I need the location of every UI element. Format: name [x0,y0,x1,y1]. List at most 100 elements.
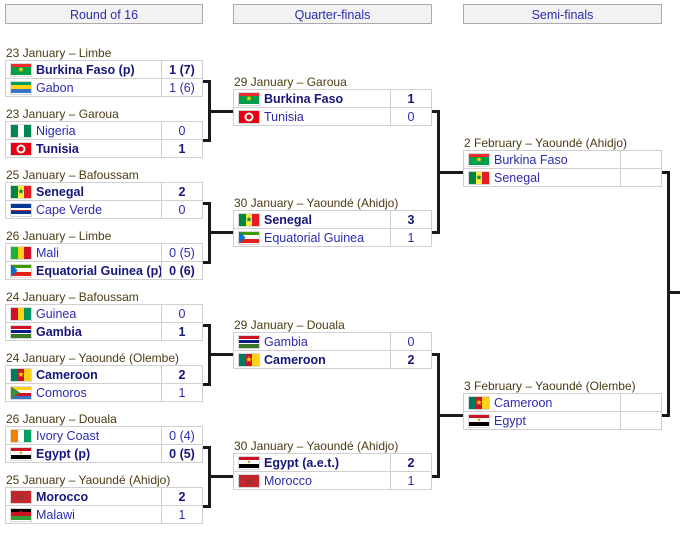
score-cell: 0 (4) [169,428,195,443]
table-row[interactable]: ✦ Egypt (p) 0 (5) [6,445,202,463]
match-date: 3 February – Yaoundé (Olembe) [464,379,636,393]
team-name[interactable]: Morocco [260,473,312,489]
score-cell: 2 [178,184,186,199]
table-row[interactable]: Ivory Coast 0 (4) [6,427,202,445]
team-cell: ✦ Egypt [464,412,621,429]
tournament-bracket: Round of 16 Quarter-finals Semi-finals 2… [0,0,680,536]
table-row[interactable]: ★ Cameroon 2 [6,366,202,384]
team-name[interactable]: Comoros [32,385,87,401]
team-cell: Tunisia [234,108,391,125]
team-name[interactable]: Senegal [490,170,540,186]
table-row[interactable]: ☆ Morocco 2 [6,488,202,506]
table-row[interactable]: ✦ Egypt [464,412,661,430]
team-name[interactable]: Ivory Coast [32,428,99,444]
table-row[interactable]: Tunisia 0 [234,108,431,126]
table-row[interactable]: Guinea 0 [6,305,202,323]
match-date: 25 January – Bafoussam [6,168,139,182]
team-name[interactable]: Equatorial Guinea [260,230,364,246]
senegal-flag-icon: ★ [238,212,260,227]
table-row[interactable]: Tunisia 1 [6,140,202,158]
table-row[interactable]: ★ Senegal 3 [234,211,431,229]
table-row[interactable]: Mali 0 (5) [6,244,202,262]
team-name[interactable]: Equatorial Guinea (p) [32,263,161,279]
cameroon-flag-icon: ★ [10,367,32,382]
table-row[interactable]: ★ Cameroon [464,394,661,412]
table-row[interactable]: ★ Burkina Faso 1 [234,90,431,108]
match-date: 30 January – Yaoundé (Ahidjo) [234,196,399,210]
score-cell: 1 [407,230,415,245]
team-name[interactable]: Senegal [260,212,312,228]
team-cell: ★ Senegal [6,183,162,200]
match-qf-3: 29 January – Douala Gambia 0 ★ Cameroon … [233,318,432,369]
match-box: ★ Cameroon ✦ Egypt [463,393,662,430]
table-row[interactable]: Nigeria 0 [6,122,202,140]
match-qf-1: 29 January – Garoua ★ Burkina Faso 1 Tun… [233,75,432,126]
team-name[interactable]: Cape Verde [32,202,102,218]
team-name[interactable]: Cameroon [490,395,552,411]
team-cell: Guinea [6,305,162,322]
team-name[interactable]: Senegal [32,184,84,200]
match-date: 30 January – Yaoundé (Ahidjo) [234,439,399,453]
team-name[interactable]: Gabon [32,80,74,96]
mali-flag-icon [10,245,32,260]
team-name[interactable]: Burkina Faso (p) [32,62,135,78]
table-row[interactable]: Equatorial Guinea (p) 0 (6) [6,262,202,280]
table-row[interactable]: Comoros 1 [6,384,202,402]
team-name[interactable]: Nigeria [32,123,76,139]
match-box: ★ Burkina Faso ★ Senegal [463,150,662,187]
table-row[interactable]: ☀ Malawi 1 [6,506,202,524]
team-name[interactable]: Malawi [32,507,75,523]
comoros-flag-icon [10,385,32,400]
team-name[interactable]: Gambia [260,334,308,350]
table-row[interactable]: Gabon 1 (6) [6,79,202,97]
egypt-flag-icon: ✦ [10,446,32,461]
table-row[interactable]: ★ Senegal [464,169,661,187]
connector-sf-2 [662,414,670,417]
connector-to-sf-1 [437,171,463,174]
table-row[interactable]: ★ Burkina Faso [464,151,661,169]
match-qf-4: 30 January – Yaoundé (Ahidjo) ✦ Egypt (a… [233,439,432,490]
score-cell: 1 (7) [169,62,195,77]
team-cell: Mali [6,244,162,261]
score-cell: 0 [178,306,186,321]
team-name[interactable]: Cameroon [32,367,98,383]
table-row[interactable]: Equatorial Guinea 1 [234,229,431,247]
team-name[interactable]: Morocco [32,489,88,505]
team-name[interactable]: Guinea [32,306,76,322]
match-date: 26 January – Limbe [6,229,112,243]
match-r16-5: 24 January – Bafoussam Guinea 0 Gambia 1 [5,290,203,341]
match-box: Nigeria 0 Tunisia 1 [5,121,203,158]
table-row[interactable]: Gambia 1 [6,323,202,341]
team-name[interactable]: Mali [32,245,59,261]
table-row[interactable]: ★ Cameroon 2 [234,351,431,369]
equatorial-guinea-flag-icon [10,263,32,278]
team-name[interactable]: Egypt (a.e.t.) [260,455,339,471]
table-row[interactable]: Cape Verde 0 [6,201,202,219]
table-row[interactable]: ★ Burkina Faso (p) 1 (7) [6,61,202,79]
gabon-flag-icon [10,80,32,95]
tunisia-flag-icon [10,141,32,156]
team-name[interactable]: Burkina Faso [260,91,343,107]
burkina-faso-flag-icon: ★ [10,62,32,77]
connector-sf-pair [667,171,670,417]
match-box: Gambia 0 ★ Cameroon 2 [233,332,432,369]
team-name[interactable]: Cameroon [260,352,326,368]
table-row[interactable]: Gambia 0 [234,333,431,351]
team-name[interactable]: Tunisia [260,109,304,125]
team-name[interactable]: Gambia [32,324,82,340]
team-cell: Gambia [234,333,391,350]
table-row[interactable]: ★ Senegal 2 [6,183,202,201]
team-name[interactable]: Egypt (p) [32,446,90,462]
table-row[interactable]: ☆ Morocco 1 [234,472,431,490]
team-name[interactable]: Egypt [490,413,526,429]
team-name[interactable]: Tunisia [32,141,79,157]
cameroon-flag-icon: ★ [238,352,260,367]
score-cell [621,412,661,429]
team-name[interactable]: Burkina Faso [490,152,568,168]
connector-r16-6 [203,383,211,386]
score-cell: 0 [407,109,415,124]
match-box: Ivory Coast 0 (4) ✦ Egypt (p) 0 (5) [5,426,203,463]
connector-qf-4 [432,475,440,478]
table-row[interactable]: ✦ Egypt (a.e.t.) 2 [234,454,431,472]
morocco-flag-icon: ☆ [238,473,260,488]
